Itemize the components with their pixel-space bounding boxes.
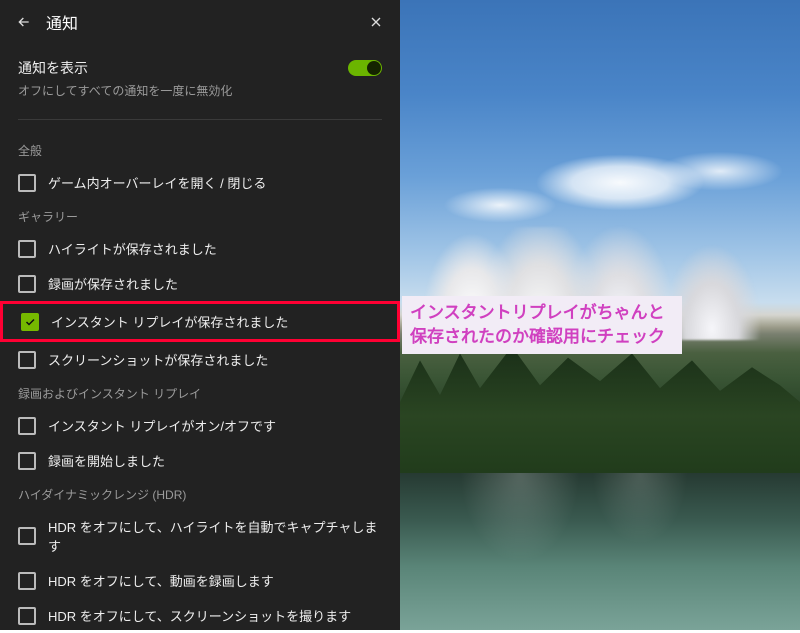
section-header: 全般 [0, 134, 400, 165]
back-icon[interactable] [14, 12, 34, 32]
divider [18, 119, 382, 120]
checkbox-label: ハイライトが保存されました [48, 239, 217, 258]
checkbox-label: インスタント リプレイがオン/オフです [48, 416, 276, 435]
checkbox-row[interactable]: インスタント リプレイが保存されました [0, 301, 400, 342]
show-notifications-row: 通知を表示 オフにしてすべての通知を一度に無効化 [0, 44, 400, 105]
checkbox-icon[interactable] [18, 452, 36, 470]
checkbox-label: 録画が保存されました [48, 274, 178, 293]
checkbox-label: インスタント リプレイが保存されました [51, 312, 288, 331]
section-header: 録画およびインスタント リプレイ [0, 377, 400, 408]
checkbox-icon[interactable] [18, 240, 36, 258]
checkbox-label: HDR をオフにして、ハイライトを自動でキャプチャします [48, 517, 382, 555]
checkbox-label: スクリーンショットが保存されました [48, 350, 268, 369]
toggle-text: 通知を表示 オフにしてすべての通知を一度に無効化 [18, 58, 232, 99]
checkbox-row[interactable]: 録画を開始しました [0, 443, 400, 478]
checkbox-row[interactable]: インスタント リプレイがオン/オフです [0, 408, 400, 443]
checkbox-row[interactable]: HDR をオフにして、ハイライトを自動でキャプチャします [0, 509, 400, 563]
checkbox-icon[interactable] [18, 607, 36, 625]
toggle-desc: オフにしてすべての通知を一度に無効化 [18, 82, 232, 99]
panel-header: 通知 [0, 0, 400, 44]
show-notifications-toggle[interactable] [348, 60, 382, 76]
checkbox-row[interactable]: ゲーム内オーバーレイを開く / 閉じる [0, 165, 400, 200]
section-header: ギャラリー [0, 200, 400, 231]
notifications-panel: 通知 通知を表示 オフにしてすべての通知を一度に無効化 全般ゲーム内オーバーレイ… [0, 0, 400, 630]
page-title: 通知 [46, 10, 78, 34]
annotation-callout: インスタントリプレイがちゃんと保存されたのか確認用にチェック [402, 296, 682, 354]
section-header: ハイダイナミックレンジ (HDR) [0, 478, 400, 509]
toggle-title: 通知を表示 [18, 58, 232, 78]
checkbox-row[interactable]: ハイライトが保存されました [0, 231, 400, 266]
header-left: 通知 [14, 10, 78, 34]
checkbox-icon[interactable] [18, 351, 36, 369]
checkbox-icon[interactable] [18, 174, 36, 192]
checkbox-icon[interactable] [18, 527, 36, 545]
checkbox-icon[interactable] [18, 572, 36, 590]
checkbox-row[interactable]: スクリーンショットが保存されました [0, 342, 400, 377]
checkbox-icon[interactable] [18, 417, 36, 435]
checkbox-label: HDR をオフにして、スクリーンショットを撮ります [48, 606, 351, 625]
checkbox-row[interactable]: HDR をオフにして、スクリーンショットを撮ります [0, 598, 400, 633]
checkbox-row[interactable]: 録画が保存されました [0, 266, 400, 301]
checkbox-checked-icon[interactable] [21, 313, 39, 331]
checkbox-label: HDR をオフにして、動画を録画します [48, 571, 274, 590]
checkbox-row[interactable]: HDR をオフにして、動画を録画します [0, 563, 400, 598]
checkbox-icon[interactable] [18, 275, 36, 293]
checkbox-label: 録画を開始しました [48, 451, 165, 470]
checkbox-label: ゲーム内オーバーレイを開く / 閉じる [48, 173, 266, 192]
close-icon[interactable] [366, 12, 386, 32]
